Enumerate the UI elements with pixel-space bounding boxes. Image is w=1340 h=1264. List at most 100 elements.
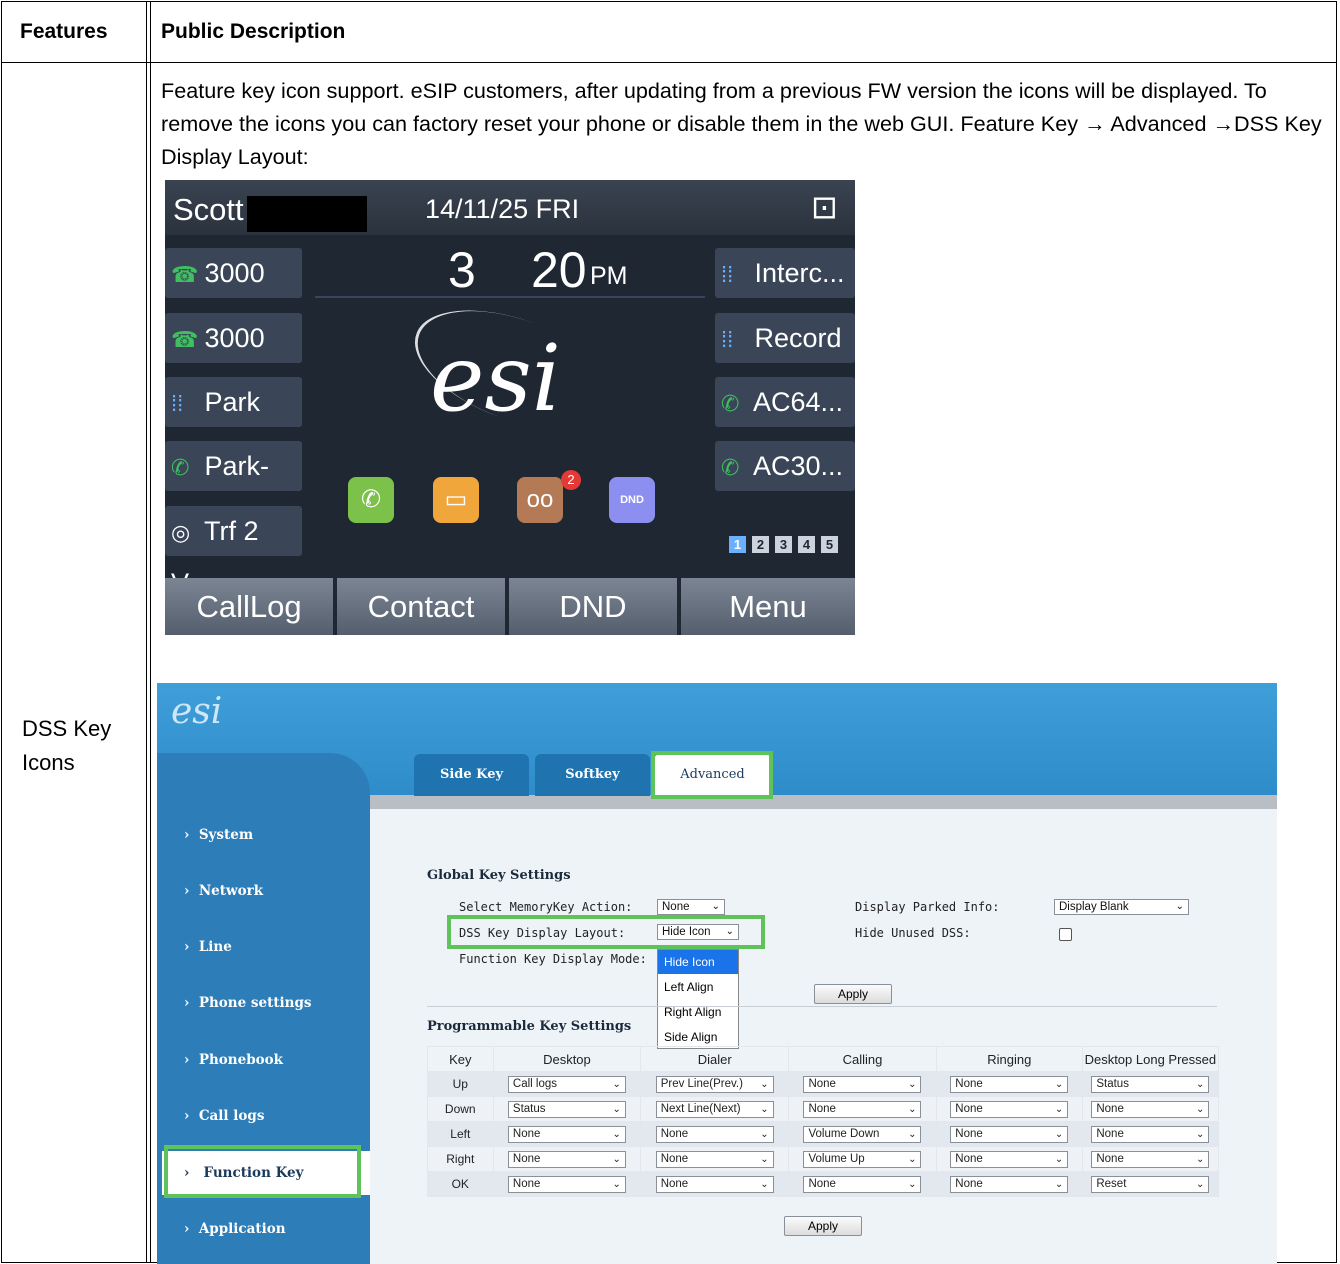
key-select[interactable]: Prev Line(Prev.) ⌄	[655, 1075, 774, 1093]
key-select[interactable]: None ⌄	[1091, 1100, 1210, 1118]
page-indicator-3[interactable]: 3	[775, 536, 792, 553]
page-indicator-4[interactable]: 4	[798, 536, 815, 553]
dss-key-ac30[interactable]: ✆ AC30...	[715, 441, 855, 491]
sidebar-item-system[interactable]: › System	[157, 815, 370, 855]
chevron-down-icon: ⌄	[760, 1078, 769, 1090]
table-cell: None ⌄	[788, 1171, 937, 1197]
tab-softkey[interactable]: Softkey	[535, 754, 650, 796]
softkey-contact[interactable]: Contact	[337, 578, 507, 635]
key-select[interactable]: None ⌄	[507, 1125, 626, 1143]
table-cell: None ⌄	[935, 1071, 1083, 1097]
row-key: Up	[427, 1071, 494, 1097]
softkey-dnd[interactable]: DND	[509, 578, 679, 635]
key-select[interactable]: Call logs ⌄	[507, 1075, 626, 1093]
key-select[interactable]: None ⌄	[803, 1075, 922, 1093]
key-select[interactable]: None ⌄	[655, 1125, 774, 1143]
dropdown-option-right-align[interactable]: Right Align	[658, 1000, 738, 1024]
header-features: Features	[20, 20, 108, 43]
dss-key-intercom[interactable]: ⁞⁞ Interc...	[715, 248, 855, 298]
key-select[interactable]: Volume Up ⌄	[803, 1150, 922, 1168]
keypad-icon: ⁞⁞	[721, 262, 734, 287]
select-value: Next Line(Next)	[660, 1102, 741, 1115]
dss-key-label: Record	[754, 323, 842, 353]
table-cell: None ⌄	[640, 1121, 790, 1147]
page-indicator-1[interactable]: 1	[729, 536, 746, 553]
select-value: None	[1096, 1102, 1124, 1115]
web-esi-logo: esi	[171, 691, 223, 732]
hide-unused-dss-label: Hide Unused DSS:	[855, 926, 971, 940]
dss-key-park-1[interactable]: ✆ Park-1...	[165, 441, 302, 533]
key-select[interactable]: None ⌄	[507, 1175, 626, 1193]
line-key-1[interactable]: ☎ 3000	[165, 248, 302, 298]
dss-key-ac64[interactable]: ✆ AC64...	[715, 377, 855, 427]
select-value: None	[660, 1127, 689, 1140]
select-value: Call logs	[512, 1077, 558, 1090]
key-select[interactable]: None ⌄	[950, 1075, 1069, 1093]
key-select[interactable]: None ⌄	[803, 1100, 922, 1118]
key-select[interactable]: None ⌄	[950, 1100, 1069, 1118]
sidebar-item-phone-settings[interactable]: › Phone settings	[157, 983, 370, 1023]
voicemail-app-icon[interactable]: oo	[517, 477, 563, 523]
chevron-down-icon: ⌄	[1054, 1153, 1064, 1165]
phone-screen: Scott 14/11/25 FRI ⊡ 3 20 PM esi ☎ 3000 …	[165, 180, 855, 635]
table-cell: Reset ⌄	[1081, 1171, 1220, 1197]
call-icon: ✆	[721, 455, 740, 480]
table-row: Up Call logs ⌄ Prev Line(Prev.) ⌄ None ⌄ No…	[427, 1071, 1220, 1097]
key-select[interactable]: Status ⌄	[1091, 1075, 1210, 1093]
key-select[interactable]: None ⌄	[507, 1150, 626, 1168]
page-indicator-5[interactable]: 5	[821, 536, 838, 553]
sidebar-item-line[interactable]: › Line	[157, 927, 370, 967]
memorykey-action-select[interactable]: None ⌄	[657, 899, 725, 915]
sidebar-item-phonebook[interactable]: › Phonebook	[157, 1040, 370, 1080]
dropdown-option-left-align[interactable]: Left Align	[658, 975, 738, 999]
apply-global-button[interactable]: Apply	[814, 984, 892, 1004]
select-value: None	[955, 1127, 983, 1140]
sidebar-item-label: Call logs	[198, 1108, 265, 1124]
apply-programmable-button[interactable]: Apply	[784, 1216, 862, 1236]
softkey-menu[interactable]: Menu	[681, 578, 855, 635]
chevron-down-icon: ⌄	[1175, 901, 1184, 912]
key-select[interactable]: None ⌄	[950, 1175, 1069, 1193]
select-value: None	[660, 1177, 689, 1190]
dropdown-option-hide-icon[interactable]: Hide Icon	[658, 950, 738, 974]
table-cell: None ⌄	[935, 1171, 1083, 1197]
parked-info-select[interactable]: Display Blank ⌄	[1054, 899, 1189, 915]
sidebar-item-call-logs[interactable]: › Call logs	[157, 1096, 370, 1136]
table-row: Down Status ⌄ Next Line(Next) ⌄ None ⌄ None…	[427, 1096, 1220, 1122]
key-select[interactable]: Status ⌄	[507, 1100, 626, 1118]
global-key-settings-title: Global Key Settings	[427, 868, 571, 883]
key-select[interactable]: None ⌄	[655, 1175, 774, 1193]
dnd-app-icon[interactable]: DND	[609, 477, 655, 523]
dss-key-transfer[interactable]: ◎ Trf 2 V...	[165, 506, 302, 598]
key-select[interactable]: None ⌄	[950, 1125, 1069, 1143]
sidebar-item-application[interactable]: › Application	[157, 1209, 370, 1249]
hide-unused-dss-checkbox[interactable]	[1059, 928, 1072, 941]
key-select[interactable]: None ⌄	[803, 1175, 922, 1193]
sidebar-item-network[interactable]: › Network	[157, 871, 370, 911]
page-indicator-2[interactable]: 2	[752, 536, 769, 553]
key-select[interactable]: Reset ⌄	[1091, 1175, 1210, 1193]
softkey-calllog[interactable]: CallLog	[165, 578, 335, 635]
key-select[interactable]: Volume Down ⌄	[803, 1125, 922, 1143]
message-app-icon[interactable]: ▭	[433, 477, 479, 523]
select-value: None	[955, 1152, 983, 1165]
select-value: Status	[512, 1102, 546, 1115]
key-select[interactable]: None ⌄	[1091, 1150, 1210, 1168]
key-select[interactable]: None ⌄	[1091, 1125, 1210, 1143]
key-select[interactable]: Next Line(Next) ⌄	[655, 1100, 774, 1118]
memorykey-action-label: Select MemoryKey Action:	[459, 900, 633, 914]
chevron-down-icon: ⌄	[760, 1128, 769, 1140]
tab-side-key[interactable]: Side Key	[414, 754, 529, 796]
phone-app-icon[interactable]: ✆	[348, 477, 394, 523]
sidebar-item-label: Network	[198, 883, 264, 899]
table-row: Right None ⌄ None ⌄ Volume Up ⌄ None ⌄ None ⌄	[427, 1146, 1220, 1172]
key-select[interactable]: None ⌄	[950, 1150, 1069, 1168]
key-select[interactable]: None ⌄	[655, 1150, 774, 1168]
column-header-ringing: Ringing	[935, 1046, 1083, 1072]
line-key-2[interactable]: ☎ 3000	[165, 313, 302, 363]
chevron-down-icon: ⌄	[760, 1178, 769, 1190]
dss-key-park[interactable]: ⁞⁞ Park	[165, 377, 302, 427]
dss-key-record[interactable]: ⁞⁞ Record	[715, 313, 855, 363]
table-row: OK None ⌄ None ⌄ None ⌄ None ⌄ Reset ⌄	[427, 1171, 1220, 1197]
clock-hour: 3	[448, 242, 476, 298]
